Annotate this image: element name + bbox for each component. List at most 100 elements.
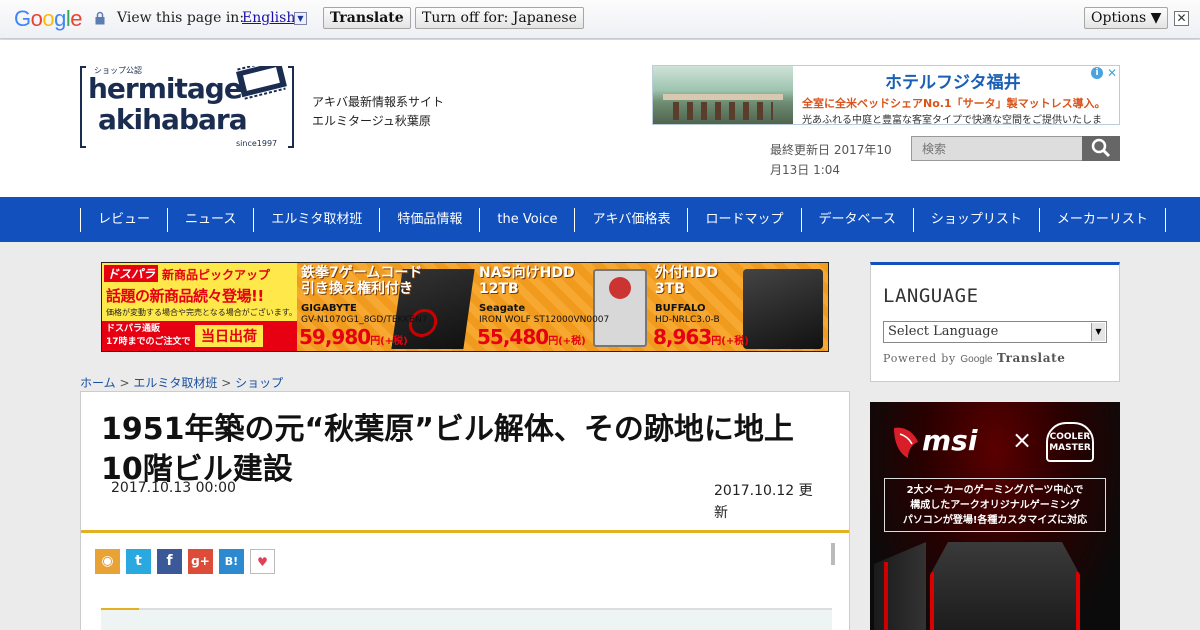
tagline-line-1: アキバ最新情報系サイト (312, 95, 445, 109)
price-value: 59,980 (299, 325, 371, 349)
banner-item-headline: 鉄拳7ゲームコード 引き換え権利付き (301, 265, 422, 297)
hatena-bookmark-icon[interactable]: B! (219, 549, 244, 574)
translate-bar: Google View this page in: English ▼ Tran… (0, 0, 1200, 39)
hdd-image (593, 269, 647, 347)
msi-copy-line-1: 2大メーカーのゲーミングパーツ中心で (906, 485, 1084, 496)
breadcrumb-category[interactable]: エルミタ取材班 (133, 376, 217, 390)
nav-item-news[interactable]: ニュース (168, 208, 255, 232)
banner-store-line-2: 17時までのご注文で (106, 337, 191, 347)
nav-item-reporting[interactable]: エルミタ取材班 (254, 208, 381, 232)
msi-ad-copy: 2大メーカーのゲーミングパーツ中心で 構成したアークオリジナルゲーミング パソコ… (884, 478, 1106, 532)
share-buttons: ◉ t f g+ B! ♥ (95, 549, 275, 574)
banner-item-headline-1: NAS向けHDD (479, 265, 575, 281)
nav-item-database[interactable]: データベース (802, 208, 914, 232)
breadcrumb-home[interactable]: ホーム (80, 376, 116, 390)
hotel-photo (653, 66, 793, 124)
nav-item-shops[interactable]: ショップリスト (914, 208, 1040, 232)
msi-brand: msi (922, 424, 978, 457)
banner-item[interactable]: NAS向けHDD 12TB Seagate IRON WOLF ST12000V… (475, 263, 651, 351)
lock-icon (95, 11, 105, 25)
search-icon (1091, 138, 1111, 158)
banner-new-label: 新商品ピックアップ (162, 268, 271, 282)
nav-item-makers[interactable]: メーカーリスト (1040, 208, 1166, 232)
ad-close-icon[interactable]: ✕ (1107, 66, 1117, 80)
translate-link[interactable]: Translate (997, 351, 1066, 365)
price-value: 55,480 (477, 325, 549, 349)
scrollbar[interactable] (831, 543, 835, 565)
banner-item-headline-1: 鉄拳7ゲームコード (301, 265, 423, 281)
ad-info-icon[interactable]: i (1091, 67, 1103, 79)
banner-item-price: 55,480円(+税) (477, 325, 586, 349)
article-divider (81, 530, 849, 533)
banner-intro: ドスパラ 新商品ピックアップ 話題の新商品続々登場!! 価格が変動する場合や完売… (102, 263, 297, 351)
price-value: 8,963 (653, 325, 712, 349)
site-tagline: アキバ最新情報系サイト エルミタージュ秋葉原 (312, 93, 444, 131)
turn-off-button[interactable]: Turn off for: Japanese (415, 7, 584, 29)
banner-headline: 話題の新商品続々登場!! (106, 287, 264, 305)
banner-item[interactable]: 鉄拳7ゲームコード 引き換え権利付き GIGABYTE GV-N1070G1_8… (297, 263, 475, 351)
banner-item-brand: Seagate (479, 303, 526, 314)
banner-store-strip: ドスパラ通販 17時までのご注文で 当日出荷 (102, 321, 297, 351)
hotel-ad-line-1: 全室に全米ベッドシェアNo.1「サータ」製マットレス導入。 (802, 97, 1106, 110)
language-link[interactable]: English (242, 10, 295, 26)
dospara-banner-ad[interactable]: ドスパラ 新商品ピックアップ 話題の新商品続々登場!! 価格が変動する場合や完売… (101, 262, 829, 352)
logo-since: since1997 (236, 139, 278, 148)
banner-item-model: IRON WOLF ST12000VN0007 (479, 315, 610, 325)
powered-by: Powered by Google Translate (883, 351, 1065, 365)
msi-ad[interactable]: msi × COOLER MASTER 2大メーカーのゲーミングパーツ中心で 構… (870, 402, 1120, 630)
banner-note: 価格が変動する場合や完売となる場合がございます。 (106, 308, 297, 317)
banner-item-headline-2: 引き換え権利付き (301, 281, 413, 297)
nav-item-roadmap[interactable]: ロードマップ (688, 208, 802, 232)
collab-x: × (1012, 426, 1033, 454)
hotel-ad[interactable]: ホテルフジタ福井 全室に全米ベッドシェアNo.1「サータ」製マットレス導入。 光… (652, 65, 1120, 125)
google-logo: Google (14, 6, 83, 31)
banner-item-headline-2: 12TB (479, 281, 519, 297)
msi-copy-line-2: 構成したアークオリジナルゲーミング (910, 500, 1080, 511)
hotel-ad-title: ホテルフジタ福井 (885, 73, 1021, 93)
google-mini-logo: Google (960, 354, 993, 365)
breadcrumb-separator: > (221, 376, 232, 390)
pocket-icon[interactable]: ♥ (250, 549, 275, 574)
banner-item-headline-2: 3TB (655, 281, 685, 297)
chevron-down-icon[interactable]: ▼ (294, 12, 307, 25)
language-select[interactable]: Select Language ▼ (883, 321, 1107, 343)
banner-item-model: HD-NRLC3.0-B (655, 315, 720, 325)
nav-item-prices[interactable]: アキバ価格表 (575, 208, 689, 232)
twitter-icon[interactable]: t (126, 549, 151, 574)
nav-item-deals[interactable]: 特価品情報 (380, 208, 481, 232)
google-plus-icon[interactable]: g+ (188, 549, 213, 574)
tagline-line-2: エルミタージュ秋葉原 (312, 114, 431, 128)
breadcrumb-current[interactable]: ショップ (235, 376, 283, 390)
article-date: 2017.10.13 00:00 (111, 480, 236, 496)
pc-case-image (930, 542, 1080, 630)
banner-item-price: 8,963円(+税) (653, 325, 749, 349)
logo-line-2: akihabara (98, 103, 248, 136)
banner-tag: ドスパラ (104, 265, 159, 282)
price-tax: 円(+税) (548, 336, 586, 347)
banner-item-brand: GIGABYTE (301, 303, 357, 314)
site-header: ショップ公認 hermitage akihabara since1997 アキバ… (0, 40, 1200, 197)
search-input[interactable] (911, 136, 1083, 161)
banner-item-brand: BUFFALO (655, 303, 706, 314)
chevron-down-icon[interactable]: ▼ (1091, 323, 1105, 341)
banner-item-headline: NAS向けHDD 12TB (479, 265, 575, 297)
msi-copy-line-3: パソコンが登場!各種カスタマイズに対応 (902, 515, 1088, 526)
translate-button[interactable]: Translate (323, 7, 411, 29)
close-icon[interactable]: ✕ (1174, 11, 1189, 26)
banner-item[interactable]: 外付HDD 3TB BUFFALO HD-NRLC3.0-B 8,963円(+税… (651, 263, 828, 351)
article-updated: 2017.10.12 更新 (714, 483, 813, 521)
nav-item-voice[interactable]: the Voice (480, 208, 576, 232)
translate-prompt: View this page in: (117, 10, 245, 26)
breadcrumb-separator: > (119, 376, 130, 390)
banner-item-price: 59,980円(+税) (299, 325, 408, 349)
banner-item-headline: 外付HDD 3TB (655, 265, 718, 297)
options-button[interactable]: Options ▼ (1084, 7, 1169, 29)
banner-store-text: ドスパラ通販 17時までのご注文で (106, 323, 191, 349)
powered-by-label: Powered by (883, 352, 957, 365)
rss-icon[interactable]: ◉ (95, 549, 120, 574)
search-button[interactable] (1082, 136, 1120, 161)
facebook-icon[interactable]: f (157, 549, 182, 574)
price-tax: 円(+税) (370, 336, 408, 347)
nav-item-review[interactable]: レビュー (81, 208, 169, 232)
hotel-ad-line-2: 光あふれる中庭と豊富な客室タイプで快適な空間をご提供いたします。 (802, 115, 1102, 125)
